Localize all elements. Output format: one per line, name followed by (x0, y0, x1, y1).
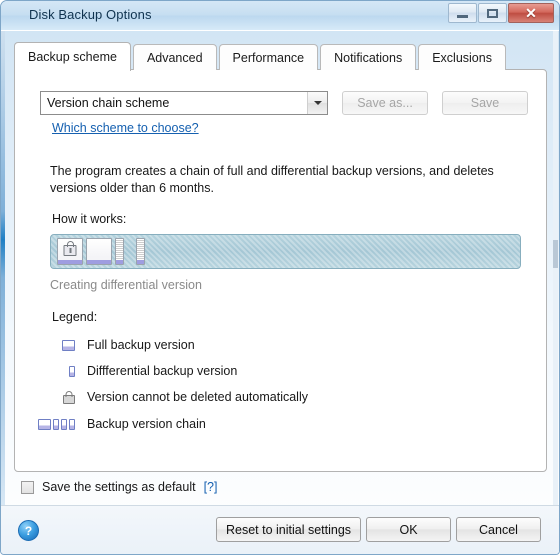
save-as-button[interactable]: Save as... (342, 91, 428, 115)
legend-title: Legend: (52, 310, 98, 324)
legend-label: Backup version chain (87, 417, 206, 431)
legend-label: Diffferential backup version (87, 364, 238, 378)
lock-icon (63, 245, 77, 256)
window-left-edge (1, 31, 5, 505)
legend-item-locked: Version cannot be deleted automatically (29, 390, 308, 404)
legend-item-chain: Backup version chain (29, 417, 206, 431)
differential-version (115, 238, 124, 265)
dialog-window: Disk Backup Options ✕ Backup scheme Adva… (0, 0, 560, 555)
scheme-description: The program creates a chain of full and … (50, 164, 494, 195)
window-controls: ✕ (447, 3, 554, 23)
how-it-works-label: How it works: (52, 212, 127, 226)
lock-icon (29, 391, 75, 404)
full-version (86, 238, 112, 265)
differential-version (136, 238, 145, 265)
tab-panel-backup-scheme: Version chain scheme Save as... Save Whi… (14, 69, 547, 472)
tab-exclusions[interactable]: Exclusions (418, 44, 506, 70)
ok-button[interactable]: OK (366, 517, 451, 542)
scheme-selected-value: Version chain scheme (47, 96, 170, 110)
maximize-button[interactable] (478, 3, 507, 23)
tab-strip: Backup scheme Advanced Performance Notif… (14, 42, 508, 71)
reset-to-initial-settings-button[interactable]: Reset to initial settings (216, 517, 361, 542)
minimize-icon (457, 14, 468, 18)
tab-label: Performance (232, 50, 305, 65)
tab-performance[interactable]: Performance (218, 44, 319, 70)
tab-label: Notifications (334, 50, 403, 65)
version-chain-diagram (50, 234, 521, 269)
save-default-label: Save the settings as default (42, 480, 196, 494)
save-default-checkbox[interactable] (21, 480, 34, 494)
full-version-icon (29, 339, 75, 351)
close-button[interactable]: ✕ (508, 3, 554, 23)
maximize-icon (487, 8, 498, 18)
vertical-scrollbar[interactable] (553, 31, 558, 505)
title-bar: Disk Backup Options ✕ (1, 1, 559, 31)
which-scheme-link[interactable]: Which scheme to choose? (52, 121, 199, 135)
tab-label: Advanced (146, 50, 203, 65)
help-icon[interactable]: ? (18, 520, 39, 541)
scrollbar-thumb[interactable] (553, 239, 558, 268)
scheme-dropdown[interactable]: Version chain scheme (40, 91, 328, 115)
legend-item-full: Full backup version (29, 338, 195, 352)
version-chain-icon (29, 418, 75, 430)
window-title: Disk Backup Options (29, 7, 152, 22)
cancel-button[interactable]: Cancel (456, 517, 541, 542)
minimize-button[interactable] (448, 3, 477, 23)
tab-advanced[interactable]: Advanced (132, 44, 217, 70)
tab-backup-scheme[interactable]: Backup scheme (14, 42, 131, 71)
tab-label: Exclusions (432, 50, 492, 65)
tab-label: Backup scheme (28, 50, 117, 64)
close-icon: ✕ (525, 5, 537, 21)
diagram-status-text: Creating differential version (50, 278, 202, 292)
scheme-row: Version chain scheme Save as... Save (40, 91, 528, 115)
save-default-row: Save the settings as default [?] (21, 480, 217, 494)
chevron-down-icon[interactable] (307, 92, 327, 114)
tab-notifications[interactable]: Notifications (320, 44, 417, 70)
save-button[interactable]: Save (442, 91, 528, 115)
save-default-help-link[interactable]: [?] (204, 480, 218, 494)
legend-item-differential: Diffferential backup version (29, 364, 237, 378)
legend-label: Full backup version (87, 338, 195, 352)
differential-version-icon (29, 365, 75, 377)
dialog-footer: ? Reset to initial settings OK Cancel (1, 505, 559, 554)
full-version-locked (57, 238, 83, 265)
legend-label: Version cannot be deleted automatically (87, 390, 308, 404)
